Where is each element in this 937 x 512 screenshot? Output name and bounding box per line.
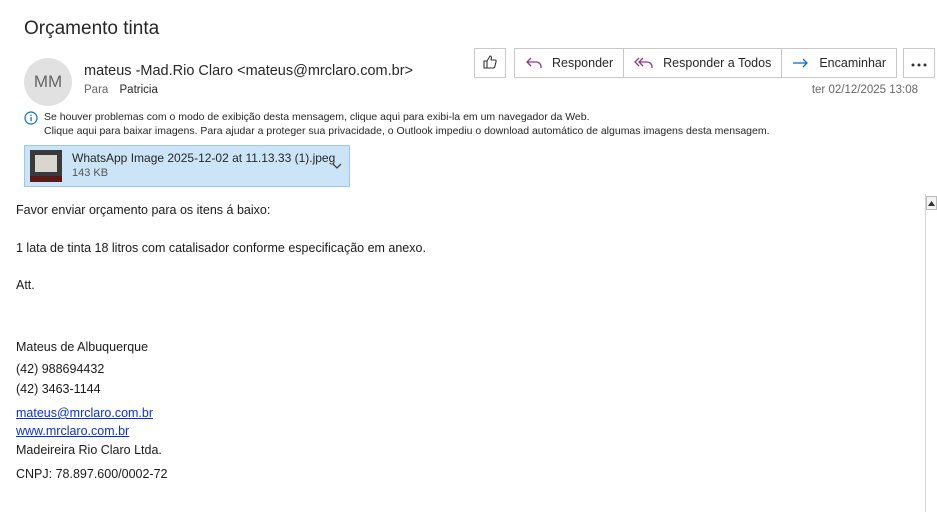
scroll-thumb[interactable] <box>927 214 937 444</box>
recipients-row: Para Patricia <box>84 84 158 96</box>
info-bar[interactable]: Se houver problemas com o modo de exibiç… <box>24 110 770 138</box>
signature-cnpj: CNPJ: 78.897.600/0002-72 <box>16 467 168 481</box>
email-subject: Orçamento tinta <box>24 18 160 39</box>
forward-button[interactable]: Encaminhar <box>782 49 897 77</box>
avatar-initials: MM <box>33 72 63 91</box>
reply-all-label: Responder a Todos <box>663 56 772 70</box>
reply-all-icon <box>634 56 654 70</box>
attachment-thumbnail <box>30 150 62 182</box>
more-actions-button[interactable] <box>903 48 936 78</box>
reply-button-group: Responder Responder a Todos Encaminhar <box>514 48 898 78</box>
body-closing: Att. <box>16 278 35 292</box>
attachment-card[interactable]: WhatsApp Image 2025-12-02 at 11.13.33 (1… <box>24 145 350 187</box>
signature-website-link[interactable]: www.mrclaro.com.br <box>16 424 129 438</box>
like-button[interactable] <box>474 48 506 78</box>
info-images-message[interactable]: Clique aqui para baixar imagens. Para aj… <box>44 124 770 138</box>
reply-icon <box>525 56 543 70</box>
signature-company: Madeireira Rio Claro Ltda. <box>16 443 162 457</box>
body-scrollbar[interactable] <box>925 194 937 512</box>
scroll-up-arrow-icon[interactable] <box>926 196 937 210</box>
reply-label: Responder <box>552 56 614 70</box>
sent-datetime: ter 02/12/2025 13:08 <box>811 84 918 96</box>
thumbs-up-icon <box>482 54 498 73</box>
chevron-down-icon[interactable] <box>331 159 343 177</box>
signature-phone-mobile: (42) 988694432 <box>16 362 105 376</box>
info-browser-message[interactable]: Se houver problemas com o modo de exibiç… <box>44 110 770 124</box>
to-label: Para <box>84 84 109 96</box>
body-greeting: Favor enviar orçamento para os itens á b… <box>16 203 271 217</box>
reply-button[interactable]: Responder <box>515 49 625 77</box>
attachment-name: WhatsApp Image 2025-12-02 at 11.13.33 (1… <box>72 151 336 165</box>
signature-email-link[interactable]: mateus@mrclaro.com.br <box>16 406 153 420</box>
message-toolbar: Responder Responder a Todos Encaminhar <box>474 47 936 79</box>
signature-name: Mateus de Albuquerque <box>16 340 149 354</box>
signature-phone-office: (42) 3463-1144 <box>16 382 101 396</box>
forward-icon <box>792 56 810 70</box>
body-request: 1 lata de tinta 18 litros com catalisado… <box>16 241 426 255</box>
forward-label: Encaminhar <box>819 56 887 70</box>
attachment-size: 143 KB <box>72 167 109 179</box>
reply-all-button[interactable]: Responder a Todos <box>624 49 783 77</box>
recipient-name[interactable]: Patricia <box>120 84 158 96</box>
info-icon <box>24 111 38 125</box>
sender-avatar[interactable]: MM <box>24 58 72 106</box>
sender-name[interactable]: mateus -Mad.Rio Claro <mateus@mrclaro.co… <box>84 63 413 79</box>
more-icon <box>911 56 927 70</box>
